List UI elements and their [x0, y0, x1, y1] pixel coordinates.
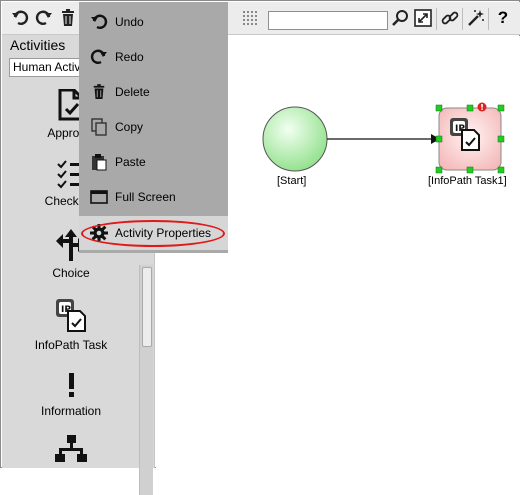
toolbar-separator	[488, 8, 489, 30]
menu-item-label: Copy	[115, 120, 144, 134]
help-icon[interactable]: ?	[493, 8, 513, 28]
menu-item-delete[interactable]: Delete	[79, 75, 228, 109]
trash-icon	[89, 82, 109, 102]
redo-icon[interactable]	[34, 8, 54, 28]
menu-item-label: Full Screen	[115, 190, 176, 204]
start-node[interactable]	[262, 106, 328, 172]
palette-item-information[interactable]: Information	[2, 371, 140, 418]
magic-wand-icon[interactable]	[466, 8, 486, 28]
palette-item-label: Information	[40, 404, 102, 418]
highlight-annotation	[81, 220, 225, 247]
palette-item-label: InfoPath Task	[34, 338, 108, 352]
warning-icon[interactable]	[477, 102, 487, 112]
sidebar-title: Activities	[10, 37, 66, 53]
trash-icon[interactable]	[58, 8, 78, 28]
context-menu: Undo Redo Delete Copy Paste Full Screen …	[79, 2, 228, 253]
palette-item-infopath-task[interactable]: IP InfoPath Task	[2, 297, 140, 352]
menu-item-label: Delete	[115, 85, 150, 99]
hierarchy-icon	[55, 435, 87, 468]
palette-item-label: Choice	[52, 266, 90, 280]
scrollbar-thumb[interactable]	[142, 267, 152, 347]
menu-item-full-screen[interactable]: Full Screen	[79, 180, 228, 214]
menu-item-label: Undo	[115, 15, 144, 29]
menu-item-copy[interactable]: Copy	[79, 110, 228, 144]
palette-scrollbar[interactable]	[139, 265, 153, 495]
link-icon[interactable]	[440, 8, 460, 28]
designer-window: ? Activities Human Activities Approval C…	[0, 0, 520, 495]
copy-icon	[89, 117, 109, 137]
paste-icon	[89, 152, 109, 172]
menu-item-redo[interactable]: Redo	[79, 40, 228, 74]
toolbar-separator	[462, 8, 463, 30]
task-node-label: [InfoPath Task1]	[428, 175, 507, 187]
menu-item-label: Redo	[115, 50, 144, 64]
search-input[interactable]	[268, 11, 388, 30]
undo-icon	[89, 12, 109, 32]
palette-item-hierarchy[interactable]	[2, 435, 140, 470]
fullscreen-icon	[89, 187, 109, 207]
information-icon	[64, 371, 78, 402]
menu-item-undo[interactable]: Undo	[79, 5, 228, 39]
redo-icon	[89, 47, 109, 67]
infopath-icon: IP	[54, 297, 88, 336]
undo-icon[interactable]	[10, 8, 30, 28]
toolbar-separator	[436, 8, 437, 30]
menu-item-paste[interactable]: Paste	[79, 145, 228, 179]
zoom-icon[interactable]	[391, 8, 411, 28]
grid-icon[interactable]	[240, 8, 260, 28]
menu-item-label: Paste	[115, 155, 146, 169]
fit-icon[interactable]	[413, 8, 433, 28]
start-node-label: [Start]	[277, 175, 307, 187]
